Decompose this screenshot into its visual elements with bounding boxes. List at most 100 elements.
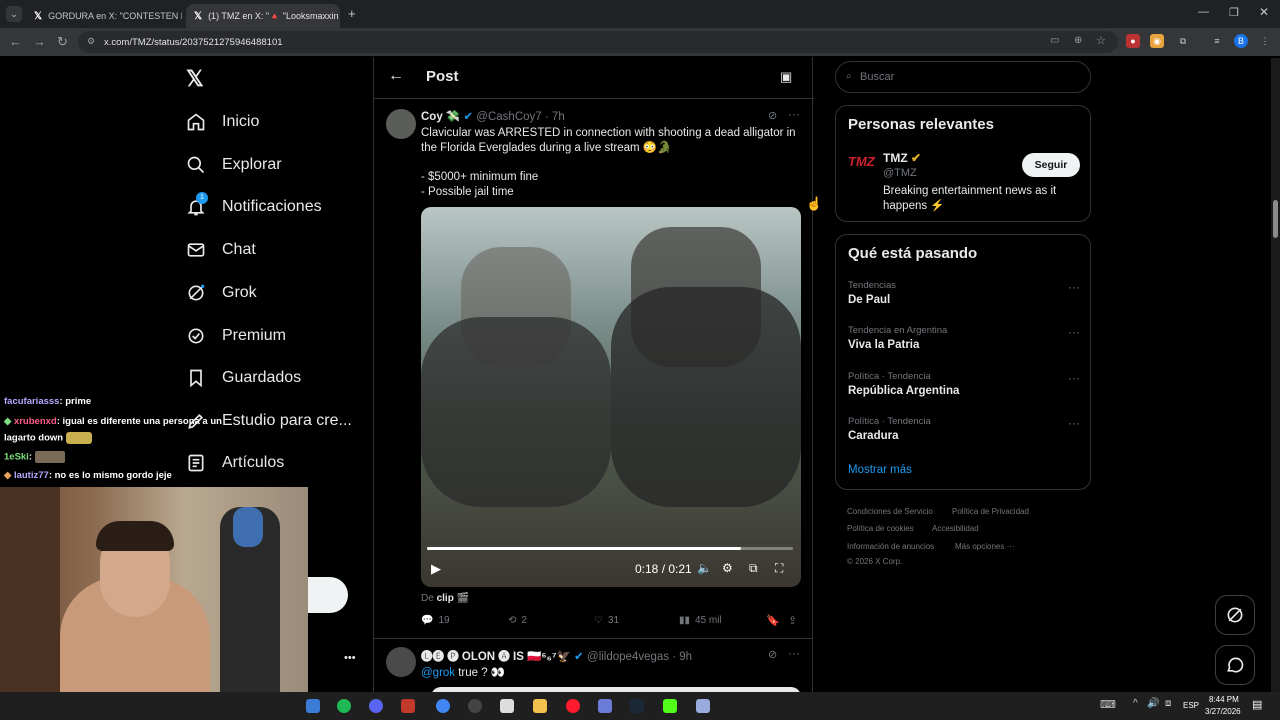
sidebar-item-grok[interactable]: Grok xyxy=(186,277,257,309)
taskbar-app-icon[interactable] xyxy=(500,699,514,713)
more-options-icon[interactable]: ··· xyxy=(1068,325,1080,339)
taskbar-app-icon[interactable] xyxy=(306,699,320,713)
clock-date[interactable]: 3/27/2026 xyxy=(1205,707,1241,716)
settings-gear-icon[interactable]: ⚙ xyxy=(722,561,733,575)
sidebar-item-notificaciones[interactable]: 1 Notificaciones xyxy=(186,191,322,223)
grok-explain-icon[interactable]: ⊘ xyxy=(768,109,777,122)
search-input[interactable]: ⌕ Buscar xyxy=(835,61,1091,93)
more-options-icon[interactable]: ··· xyxy=(788,646,800,660)
sidebar-item-explorar[interactable]: Explorar xyxy=(186,149,282,181)
clock-time[interactable]: 8:44 PM xyxy=(1209,695,1239,704)
window-close-button[interactable]: ✕ xyxy=(1259,5,1269,19)
footer-link[interactable]: Más opciones ··· xyxy=(955,542,1015,551)
footer-link[interactable]: Condiciones de Servicio xyxy=(847,507,933,516)
forward-icon[interactable]: → xyxy=(33,34,46,49)
volume-icon[interactable]: 🔈 xyxy=(697,561,712,575)
sidebar-item-inicio[interactable]: Inicio xyxy=(186,106,259,138)
url-input[interactable]: ⚙ x.com/TMZ/status/2037521275946488101 ▭… xyxy=(78,31,1118,53)
bookmark-icon[interactable]: 🔖 xyxy=(766,614,780,627)
sidebar-item-premium[interactable]: Premium xyxy=(186,320,286,352)
tab-tmz[interactable]: 𝕏 (1) TMZ en X: "🔺 "Looksmaxxin ✕ xyxy=(186,4,340,28)
steam-icon[interactable] xyxy=(630,699,644,713)
file-explorer-icon[interactable] xyxy=(533,699,547,713)
back-icon[interactable]: ← xyxy=(9,34,22,49)
network-icon[interactable]: ⧈ xyxy=(1165,698,1171,709)
zoom-icon[interactable]: ⊕ xyxy=(1074,35,1082,46)
show-more-link[interactable]: Mostrar más xyxy=(848,464,912,476)
reply-button[interactable]: 💬 19 xyxy=(421,615,450,626)
more-options-icon[interactable]: ··· xyxy=(1068,371,1080,385)
grok-explain-icon[interactable]: ⊘ xyxy=(768,648,777,661)
maximize-button[interactable]: ❐ xyxy=(1229,6,1239,19)
author-name[interactable]: Coy 💸 xyxy=(421,111,460,123)
tab-search-button[interactable]: ⌄ xyxy=(6,6,22,22)
video-progress-track[interactable] xyxy=(427,547,793,550)
clip-link[interactable]: clip xyxy=(437,593,454,604)
follow-button[interactable]: Seguir xyxy=(1022,153,1080,177)
account-menu-dots[interactable]: ••• xyxy=(344,652,356,664)
x-logo[interactable]: 𝕏 xyxy=(186,66,204,92)
extension-icon[interactable]: ● xyxy=(1126,34,1140,48)
new-tab-button[interactable]: + xyxy=(348,6,356,21)
scrollbar-track[interactable] xyxy=(1271,58,1280,692)
menu-icon[interactable]: ⋮ xyxy=(1258,34,1272,48)
reload-icon[interactable]: ↻ xyxy=(57,34,68,50)
reading-list-icon[interactable]: ≡ xyxy=(1210,34,1224,48)
speaker-icon[interactable]: 🔊 xyxy=(1147,698,1159,709)
sidebar-item-chat[interactable]: Chat xyxy=(186,234,256,266)
share-icon[interactable]: ⇪ xyxy=(788,614,797,627)
tmz-logo[interactable]: TMZ xyxy=(848,154,878,180)
scrollbar-thumb[interactable] xyxy=(1273,200,1278,238)
more-options-icon[interactable]: ··· xyxy=(1068,416,1080,430)
taskbar-app-icon[interactable] xyxy=(598,699,612,713)
footer-link[interactable]: Política de Privacidad xyxy=(952,507,1029,516)
discord-icon[interactable] xyxy=(369,699,383,713)
tray-chevron-icon[interactable]: ^ xyxy=(1133,698,1138,709)
tab-gordura[interactable]: 𝕏 GORDURA en X: "CONTESTEN L ✕ xyxy=(26,4,182,28)
fullscreen-icon[interactable]: ⛶ xyxy=(775,561,783,576)
mention-link[interactable]: @grok xyxy=(421,667,455,679)
like-button[interactable]: ♡ 31 xyxy=(594,615,619,626)
tweet-time[interactable]: 9h xyxy=(679,651,692,663)
pip-icon[interactable]: ⧉ xyxy=(749,561,758,576)
obs-icon[interactable] xyxy=(468,699,482,713)
taskbar-app-icon[interactable] xyxy=(401,699,415,713)
retweet-button[interactable]: ⟲ 2 xyxy=(508,615,527,626)
footer-link[interactable]: Accesibilidad xyxy=(932,524,979,533)
notification-center-icon[interactable]: ▤ xyxy=(1252,698,1262,711)
bookmark-star-icon[interactable]: ☆ xyxy=(1096,34,1106,47)
back-arrow-icon[interactable]: ← xyxy=(388,67,404,85)
reader-mode-icon[interactable]: ▣ xyxy=(780,69,792,85)
kick-icon[interactable] xyxy=(663,699,677,713)
play-icon[interactable]: ▶ xyxy=(431,561,441,577)
sidebar-item-guardados[interactable]: Guardados xyxy=(186,362,301,394)
install-icon[interactable]: ▭ xyxy=(1050,35,1059,46)
tweet-time[interactable]: 7h xyxy=(552,111,565,123)
site-info-icon[interactable]: ⚙ xyxy=(87,36,95,47)
opera-icon[interactable] xyxy=(566,699,580,713)
minimize-button[interactable]: — xyxy=(1198,6,1209,18)
account-handle[interactable]: @TMZ xyxy=(883,167,917,179)
profile-avatar[interactable]: B xyxy=(1234,34,1248,48)
avatar[interactable] xyxy=(386,647,416,677)
language-indicator[interactable]: ESP xyxy=(1183,701,1199,710)
trend-item[interactable]: Tendencias De Paul ··· xyxy=(848,280,1080,306)
grok-fab-button[interactable] xyxy=(1215,595,1255,635)
trend-item[interactable]: Política · Tendencia Caradura ··· xyxy=(848,416,1080,442)
video-player[interactable]: ▶ 0:18 / 0:21 🔈 ⚙ ⧉ ⛶ xyxy=(421,207,801,587)
avatar[interactable] xyxy=(386,109,416,139)
views-button[interactable]: ▮▮ 45 mil xyxy=(679,615,722,626)
footer-link[interactable]: Información de anuncios xyxy=(847,542,934,551)
chrome-icon[interactable] xyxy=(436,699,450,713)
extension-icon[interactable]: ◉ xyxy=(1150,34,1164,48)
footer-link[interactable]: Política de cookies xyxy=(847,524,914,533)
trend-item[interactable]: Política · Tendencia República Argentina… xyxy=(848,371,1080,397)
more-options-icon[interactable]: ··· xyxy=(1068,280,1080,294)
messages-fab-button[interactable] xyxy=(1215,645,1255,685)
author-handle[interactable]: @lildope4vegas xyxy=(587,651,669,663)
more-options-icon[interactable]: ··· xyxy=(788,107,800,121)
extensions-puzzle-icon[interactable]: ⧉ xyxy=(1176,34,1190,48)
keyboard-icon[interactable]: ⌨ xyxy=(1100,698,1116,711)
author-name[interactable]: 🅛🅔 🅟 OLON 🅐 IS 🇵🇱⁶₆⁷🦅 xyxy=(421,651,571,663)
account-name[interactable]: TMZ ✔ xyxy=(883,151,921,165)
